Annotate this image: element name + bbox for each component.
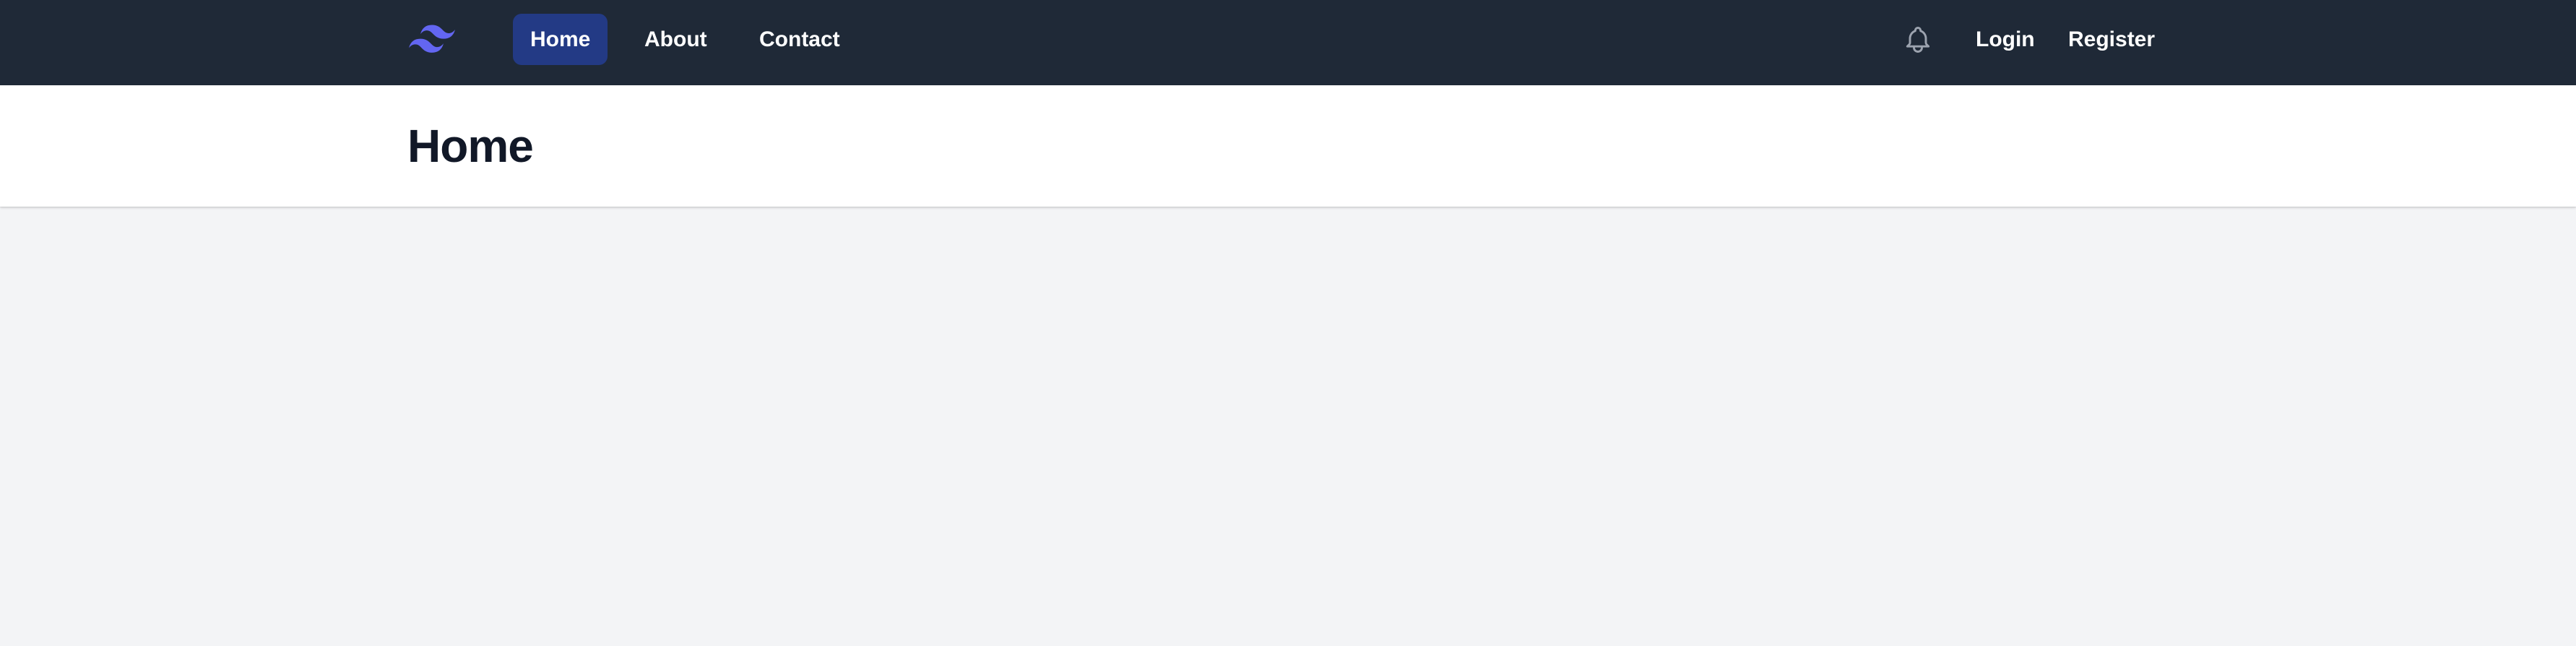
nav-item-contact[interactable]: Contact bbox=[742, 14, 857, 65]
top-navbar: Home About Contact Login Register bbox=[0, 0, 2576, 85]
main-content bbox=[0, 207, 2576, 646]
tailwind-logo-icon[interactable] bbox=[409, 23, 455, 55]
register-link[interactable]: Register bbox=[2068, 14, 2155, 65]
page-title: Home bbox=[407, 120, 534, 172]
nav-item-home[interactable]: Home bbox=[513, 14, 608, 65]
nav-item-about[interactable]: About bbox=[627, 14, 725, 65]
page-header: Home bbox=[0, 85, 2576, 207]
login-link[interactable]: Login bbox=[1976, 14, 2035, 65]
bell-icon[interactable] bbox=[1902, 22, 1934, 58]
